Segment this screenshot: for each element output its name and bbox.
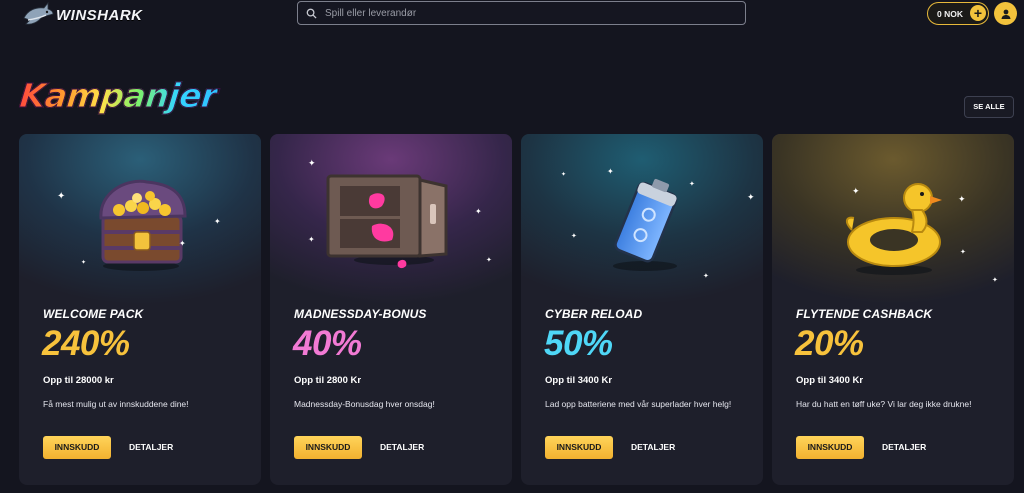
card-percent: 40% bbox=[293, 324, 362, 363]
user-profile-button[interactable] bbox=[994, 2, 1017, 25]
card-description: Få mest mulig ut av innskuddene dine! bbox=[43, 399, 189, 409]
card-percent: 240% bbox=[42, 324, 130, 363]
svg-text:✦: ✦ bbox=[571, 232, 577, 240]
card-artwork: ✦ ✦ ✦ ✦ ✦ ✦ bbox=[521, 134, 763, 304]
treasure-chest-icon: ✦ ✦ ✦ ✦ bbox=[19, 134, 261, 304]
deposit-button[interactable]: INNSKUDD bbox=[545, 436, 613, 459]
card-title: WELCOME PACK bbox=[43, 307, 144, 321]
duck-float-icon: ✦ ✦ ✦ ✦ bbox=[772, 134, 1014, 304]
card-description: Har du hatt en tøff uke? Vi lar deg ikke… bbox=[796, 399, 972, 409]
details-link[interactable]: DETALJER bbox=[882, 436, 926, 459]
svg-text:✦: ✦ bbox=[992, 276, 998, 284]
details-link[interactable]: DETALJER bbox=[129, 436, 173, 459]
deposit-button[interactable]: INNSKUDD bbox=[43, 436, 111, 459]
battery-icon: ✦ ✦ ✦ ✦ ✦ ✦ bbox=[521, 134, 763, 304]
svg-text:✦: ✦ bbox=[486, 256, 492, 264]
card-subtitle: Opp til 2800 Kr bbox=[294, 375, 362, 386]
card-subtitle: Opp til 3400 Kr bbox=[545, 375, 613, 386]
section-title: Kampanjer bbox=[17, 76, 220, 116]
svg-text:✦: ✦ bbox=[308, 158, 316, 168]
svg-text:✦: ✦ bbox=[607, 167, 614, 176]
balance-pill[interactable]: 0 NOK + bbox=[927, 2, 989, 25]
promo-card-cyber-reload[interactable]: ✦ ✦ ✦ ✦ ✦ ✦ CYBER RELOAD 50% Opp til 340… bbox=[521, 134, 763, 485]
svg-text:✦: ✦ bbox=[81, 259, 86, 266]
card-subtitle: Opp til 28000 kr bbox=[43, 375, 114, 386]
card-description: Madnessday-Bonusdag hver onsdag! bbox=[294, 399, 435, 409]
card-artwork: ✦ ✦ ✦ ✦ bbox=[772, 134, 1014, 304]
search-input[interactable] bbox=[325, 7, 725, 19]
svg-text:✦: ✦ bbox=[958, 194, 966, 204]
balance-amount: 0 NOK bbox=[937, 8, 963, 19]
vault-safe-icon: ✦ ✦ ✦ ✦ bbox=[270, 134, 512, 304]
see-all-button[interactable]: SE ALLE bbox=[964, 96, 1014, 118]
card-artwork: ✦ ✦ ✦ ✦ bbox=[19, 134, 261, 304]
logo-text: WINSHARK bbox=[56, 6, 143, 24]
deposit-button[interactable]: INNSKUDD bbox=[294, 436, 362, 459]
deposit-button[interactable]: INNSKUDD bbox=[796, 436, 864, 459]
svg-text:✦: ✦ bbox=[214, 217, 221, 226]
shark-logo-icon bbox=[23, 2, 54, 25]
svg-text:✦: ✦ bbox=[561, 171, 566, 178]
search-box[interactable] bbox=[297, 1, 746, 25]
svg-text:✦: ✦ bbox=[57, 191, 65, 202]
details-link[interactable]: DETALJER bbox=[631, 436, 675, 459]
svg-text:✦: ✦ bbox=[475, 207, 482, 216]
winshark-logo[interactable]: WINSHARK bbox=[22, 2, 143, 28]
svg-text:✦: ✦ bbox=[308, 235, 315, 244]
svg-text:✦: ✦ bbox=[960, 248, 966, 256]
svg-text:✦: ✦ bbox=[689, 180, 695, 188]
user-icon bbox=[1001, 9, 1010, 19]
svg-text:✦: ✦ bbox=[852, 186, 860, 196]
card-subtitle: Opp til 3400 Kr bbox=[796, 375, 864, 386]
svg-text:✦: ✦ bbox=[703, 272, 709, 280]
card-percent: 20% bbox=[795, 324, 864, 363]
details-link[interactable]: DETALJER bbox=[380, 436, 424, 459]
svg-text:✦: ✦ bbox=[179, 239, 186, 248]
promo-card-flytende-cashback[interactable]: ✦ ✦ ✦ ✦ FLYTENDE CASHBACK 20% Opp til 34… bbox=[772, 134, 1014, 485]
promo-card-welcome-pack[interactable]: ✦ ✦ ✦ ✦ WELCOME PACK 240% Opp til 28000 … bbox=[19, 134, 261, 485]
card-title: CYBER RELOAD bbox=[545, 307, 643, 321]
promo-card-madnessday-bonus[interactable]: ✦ ✦ ✦ ✦ MADNESSDAY-BONUS 40% Opp til 280… bbox=[270, 134, 512, 485]
card-title: MADNESSDAY-BONUS bbox=[294, 307, 427, 321]
card-title: FLYTENDE CASHBACK bbox=[796, 307, 933, 321]
card-artwork: ✦ ✦ ✦ ✦ bbox=[270, 134, 512, 304]
search-icon bbox=[306, 8, 317, 19]
card-description: Lad opp batteriene med vår superlader hv… bbox=[545, 399, 732, 409]
plus-icon[interactable]: + bbox=[970, 5, 986, 21]
top-bar: WINSHARK 0 NOK + bbox=[0, 0, 1024, 30]
svg-text:✦: ✦ bbox=[747, 192, 755, 202]
card-percent: 50% bbox=[544, 324, 613, 363]
